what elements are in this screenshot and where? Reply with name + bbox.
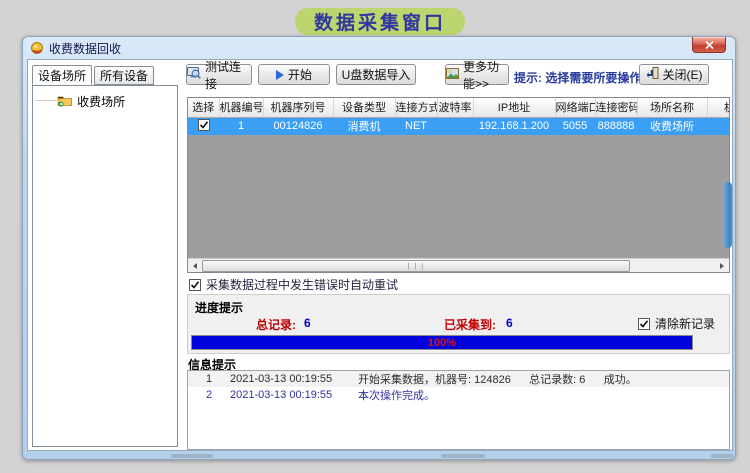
app-icon [30, 41, 44, 55]
col-connect-mode[interactable]: 连接方式 [395, 98, 437, 117]
info-log-list[interactable]: 1 2021-03-13 00:19:55 开始采集数据，机器号: 124826… [187, 370, 730, 450]
window-border-accent [723, 182, 732, 248]
log-index: 2 [188, 389, 230, 401]
progress-percent-text: 100% [428, 337, 456, 349]
cell-device-type: 消费机 [333, 117, 395, 135]
close-window-label: 关闭(E) [663, 66, 703, 83]
cell-port: 5055 [555, 117, 595, 135]
cell-password: 888888 [595, 117, 637, 135]
col-machine[interactable]: 机器 [707, 98, 729, 117]
window-close-button[interactable] [692, 37, 726, 53]
cell-baud [437, 117, 473, 135]
clear-new-records-checkbox[interactable] [638, 318, 650, 330]
log-timestamp: 2021-03-13 00:19:55 [230, 373, 358, 385]
scroll-right-arrow[interactable] [715, 259, 729, 272]
col-select[interactable]: 选择 [188, 98, 219, 117]
col-port[interactable]: 网络端口 [555, 98, 595, 117]
app-window: 收费数据回收 设备场所 所有设备 ┄┄┄┄ [22, 36, 736, 460]
page-title: 数据采集窗口 [295, 8, 465, 35]
col-machine-no[interactable]: 机器编号 [219, 98, 263, 117]
usb-import-button[interactable]: U盘数据导入 [336, 64, 416, 85]
tab-label: 所有设备 [100, 67, 148, 84]
col-place[interactable]: 场所名称 [637, 98, 707, 117]
window-title: 收费数据回收 [49, 40, 121, 57]
start-button[interactable]: 开始 [258, 64, 330, 85]
progress-bar: 100% [191, 335, 693, 350]
more-functions-button[interactable]: 更多功能>> [445, 64, 509, 85]
col-password[interactable]: 连接密码 [595, 98, 637, 117]
close-icon [705, 36, 714, 54]
device-grid-viewport: 选择 机器编号 机器序列号 设备类型 连接方式 波特率 IP地址 网络端口 连接… [188, 98, 729, 135]
tab-device-place[interactable]: 设备场所 [32, 65, 92, 85]
window-titlebar[interactable]: 收费数据回收 [23, 37, 735, 59]
list-item[interactable]: 1 2021-03-13 00:19:55 开始采集数据，机器号: 124826… [188, 371, 729, 387]
statusbar-mark [171, 454, 213, 458]
grid-header-row: 选择 机器编号 机器序列号 设备类型 连接方式 波特率 IP地址 网络端口 连接… [188, 98, 729, 117]
log-timestamp: 2021-03-13 00:19:55 [230, 389, 358, 401]
row-checkbox[interactable] [198, 119, 210, 131]
progress-group: 进度提示 总记录: 6 已采集到: 6 清除新记录 100% [187, 294, 730, 354]
tab-label: 设备场所 [38, 67, 86, 84]
total-records-label: 总记录: [256, 316, 296, 333]
progress-group-label: 进度提示 [195, 299, 243, 316]
folder-icon [57, 94, 73, 110]
device-grid: 选择 机器编号 机器序列号 设备类型 连接方式 波特率 IP地址 网络端口 连接… [187, 97, 730, 273]
total-records-value: 6 [304, 316, 311, 330]
grid-empty-area [188, 135, 729, 259]
statusbar-mark [441, 454, 485, 458]
device-tree: ┄┄┄┄ 收费场所 [32, 85, 178, 447]
log-index: 1 [188, 373, 230, 385]
close-window-button[interactable]: 关闭(E) [639, 64, 709, 85]
collected-value: 6 [506, 316, 513, 330]
col-baud[interactable]: 波特率 [437, 98, 473, 117]
left-arrow-icon [193, 263, 197, 269]
picture-icon [446, 68, 459, 82]
collected-label: 已采集到: [444, 316, 496, 333]
test-connection-button[interactable]: 测试连接 [186, 64, 252, 85]
clear-new-records-option[interactable]: 清除新记录 [638, 315, 715, 332]
grid-horizontal-scrollbar[interactable]: ❘❘❘ [188, 258, 729, 272]
tree-item-place[interactable]: ┄┄┄┄ 收费场所 [35, 93, 177, 110]
cell-serial: 00124826 [263, 117, 333, 135]
col-serial[interactable]: 机器序列号 [263, 98, 333, 117]
statusbar-mark [711, 454, 733, 458]
cell-connect-mode: NET [395, 117, 437, 135]
start-label: 开始 [288, 66, 312, 83]
scrollbar-thumb[interactable]: ❘❘❘ [202, 260, 630, 272]
right-arrow-icon [720, 263, 724, 269]
test-connection-label: 测试连接 [205, 58, 251, 92]
cell-ip: 192.168.1.200 [473, 117, 555, 135]
auto-retry-checkbox[interactable] [189, 279, 201, 291]
tree-item-label: 收费场所 [77, 93, 125, 110]
monitor-search-icon [187, 67, 201, 82]
window-client-area: 设备场所 所有设备 ┄┄┄┄ 收费场所 [27, 59, 733, 451]
cell-machine-no: 1 [219, 117, 263, 135]
scrollbar-grip-icon: ❘❘❘ [406, 262, 427, 270]
tab-all-devices[interactable]: 所有设备 [94, 66, 154, 85]
scroll-left-arrow[interactable] [188, 259, 202, 272]
exit-door-icon [646, 67, 659, 82]
log-message: 本次操作完成。 [358, 387, 435, 403]
cell-place: 收费场所 [637, 117, 707, 135]
col-ip[interactable]: IP地址 [473, 98, 555, 117]
col-device-type[interactable]: 设备类型 [333, 98, 395, 117]
progress-bar-fill: 100% [192, 336, 692, 349]
log-message: 开始采集数据，机器号: 124826 总记录数: 6 成功。 [358, 371, 637, 387]
tree-branch-line: ┄┄┄┄ [35, 96, 55, 107]
cell-extra [707, 117, 729, 135]
table-row[interactable]: 1 00124826 消费机 NET 192.168.1.200 5055 88… [188, 117, 729, 135]
list-item[interactable]: 2 2021-03-13 00:19:55 本次操作完成。 [188, 387, 729, 403]
clear-new-records-label: 清除新记录 [655, 315, 715, 332]
usb-import-label: U盘数据导入 [342, 66, 411, 83]
auto-retry-label: 采集数据过程中发生错误时自动重试 [206, 276, 398, 293]
play-icon [276, 70, 284, 80]
row-select-cell[interactable] [188, 117, 219, 135]
more-functions-label: 更多功能>> [463, 58, 508, 92]
desktop-background: 数据采集窗口 收费数据回收 设备场所 所有 [0, 0, 750, 473]
auto-retry-option[interactable]: 采集数据过程中发生错误时自动重试 [189, 276, 398, 293]
